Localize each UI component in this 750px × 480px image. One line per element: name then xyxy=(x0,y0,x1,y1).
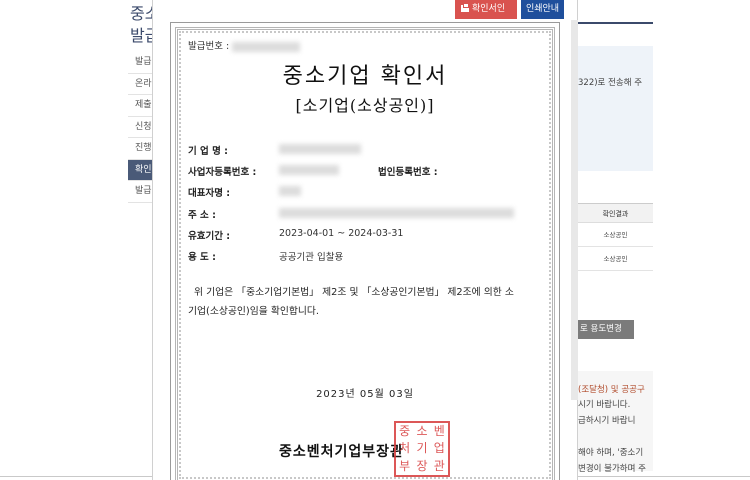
certificate-subtitle: [소기업(소상공인)] xyxy=(295,96,435,115)
certificate-title: 중소기업 확인서 xyxy=(282,64,448,89)
company-name-label: 기 업 명 : xyxy=(188,146,228,157)
valid-period-value: 2023-04-01 ~ 2024-03-31 xyxy=(279,228,404,239)
issue-number-label: 발급번호 : xyxy=(188,41,230,52)
issue-number: 발급번호 : xyxy=(188,38,301,52)
popup-scrollbar[interactable] xyxy=(571,20,578,400)
background-phone-note: 322)로 전송해 주 xyxy=(578,78,643,88)
address-value xyxy=(279,207,514,218)
background-table-cell: 소상공인 xyxy=(578,223,653,247)
corporate-number-label: 법인등록번호 : xyxy=(378,167,438,178)
ceo-name-label: 대표자명 : xyxy=(188,188,231,199)
statement-line-2: 기업(소상공인)임을 확인합니다. xyxy=(188,306,320,317)
background-info-panel xyxy=(578,46,653,171)
issue-date: 2023년 05월 03일 xyxy=(316,389,414,400)
background-notice-line: 급하시기 바랍니 xyxy=(578,416,636,426)
background-table-header: 확인결과 xyxy=(578,203,653,223)
official-seal: 중소벤 처기업 부장관 xyxy=(394,421,450,477)
valid-period-label: 유효기간 : xyxy=(188,231,231,242)
background-header-line xyxy=(578,22,653,24)
purpose-label: 용 도 : xyxy=(188,252,216,263)
print-certificate-button[interactable]: 확인서인쇄 xyxy=(455,0,517,33)
print-guide-button[interactable]: 인쇄안내 xyxy=(521,0,564,19)
printer-icon xyxy=(461,3,469,12)
change-purpose-button[interactable]: 로 용도변경 xyxy=(578,320,634,339)
background-notice-line: (조달청) 및 공공구 xyxy=(578,385,645,395)
background-notice-line: 해야 하며, '중소기 xyxy=(578,448,644,458)
purpose-value: 공공기관 입찰용 xyxy=(279,252,344,263)
ceo-name-value xyxy=(279,185,301,196)
business-number-value xyxy=(279,164,339,175)
background-table-cell: 소상공인 xyxy=(578,247,653,271)
issuer-name: 중소벤처기업부장관 xyxy=(279,444,404,460)
address-label: 주 소 : xyxy=(188,210,216,221)
business-number-label: 사업자등록번호 : xyxy=(188,167,257,178)
statement-line-1: 위 기업은 「중소기업기본법」 제2조 및 「소상공인기본법」 제2조에 의한 … xyxy=(194,287,514,298)
background-notice-line: 변경이 불가하며 주 xyxy=(578,464,646,474)
seal-characters: 중소벤 처기업 부장관 xyxy=(399,424,445,473)
background-notice-line: 시기 바랍니다. xyxy=(578,400,631,410)
redacted-value xyxy=(232,41,301,52)
company-name-value xyxy=(279,143,361,154)
certificate-frame xyxy=(170,22,560,480)
certificate-statement: 위 기업은 「중소기업기본법」 제2조 및 「소상공인기본법」 제2조에 의한 … xyxy=(188,283,543,321)
